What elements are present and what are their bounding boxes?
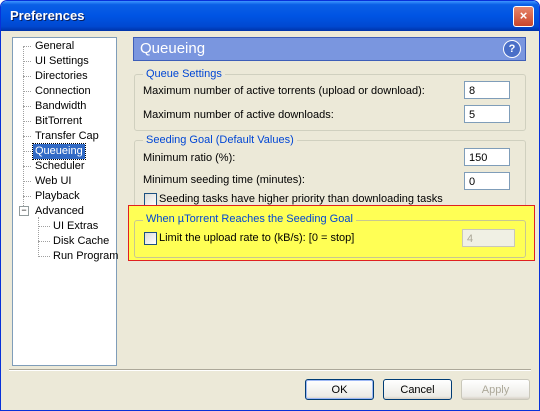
tree-item-queueing[interactable]: Queueing <box>32 143 86 160</box>
close-button[interactable]: × <box>513 6 534 27</box>
tree-item-advanced[interactable]: Advanced <box>33 204 86 219</box>
max-active-torrents-input[interactable]: 8 <box>464 81 510 99</box>
min-ratio-input[interactable]: 150 <box>464 148 510 166</box>
tree-item-web-ui[interactable]: Web UI <box>33 174 73 189</box>
help-icon[interactable]: ? <box>503 40 521 58</box>
tree-item-general[interactable]: General <box>33 39 76 54</box>
seeding-goal-reached-label: When µTorrent Reaches the Seeding Goal <box>143 213 356 225</box>
max-active-torrents-label: Maximum number of active torrents (uploa… <box>143 85 425 97</box>
window-title: Preferences <box>10 8 85 23</box>
min-ratio-label: Minimum ratio (%): <box>143 152 236 164</box>
tree-item-playback[interactable]: Playback <box>33 189 82 204</box>
collapse-icon[interactable]: − <box>19 206 29 216</box>
panel-title: Queueing <box>140 40 206 57</box>
tree-item-bandwidth[interactable]: Bandwidth <box>33 99 88 114</box>
tree-item-transfer-cap[interactable]: Transfer Cap <box>33 129 101 144</box>
close-icon: × <box>519 8 528 23</box>
priority-checkbox-label[interactable]: Seeding tasks have higher priority than … <box>159 193 443 205</box>
seeding-goal-label: Seeding Goal (Default Values) <box>143 134 297 146</box>
tree-item-ui-settings[interactable]: UI Settings <box>33 54 91 69</box>
cancel-button[interactable]: Cancel <box>383 379 452 400</box>
apply-button[interactable]: Apply <box>461 379 530 400</box>
tree-item-disk-cache[interactable]: Disk Cache <box>51 234 111 249</box>
limit-upload-label[interactable]: Limit the upload rate to (kB/s): [0 = st… <box>159 232 354 244</box>
bottom-separator <box>9 369 531 371</box>
min-seed-time-input[interactable]: 0 <box>464 172 510 190</box>
title-bar[interactable]: Preferences × <box>1 1 539 31</box>
limit-upload-checkbox[interactable] <box>144 232 157 245</box>
category-tree[interactable]: General UI Settings Directories Connecti… <box>12 37 120 366</box>
panel-header: Queueing ? <box>133 37 526 61</box>
ok-button[interactable]: OK <box>305 379 374 400</box>
tree-item-scheduler[interactable]: Scheduler <box>33 159 87 174</box>
min-seed-time-label: Minimum seeding time (minutes): <box>143 174 305 186</box>
tree-item-bittorrent[interactable]: BitTorrent <box>33 114 84 129</box>
tree-item-directories[interactable]: Directories <box>33 69 90 84</box>
max-active-downloads-input[interactable]: 5 <box>464 105 510 123</box>
tree-item-ui-extras[interactable]: UI Extras <box>51 219 100 234</box>
preferences-window: Preferences × General UI Settings Direct… <box>0 0 540 411</box>
tree-item-connection[interactable]: Connection <box>33 84 93 99</box>
queue-settings-label: Queue Settings <box>143 68 225 80</box>
max-active-downloads-label: Maximum number of active downloads: <box>143 109 334 121</box>
limit-upload-input[interactable]: 4 <box>462 229 515 247</box>
tree-item-run-program[interactable]: Run Program <box>51 249 120 264</box>
